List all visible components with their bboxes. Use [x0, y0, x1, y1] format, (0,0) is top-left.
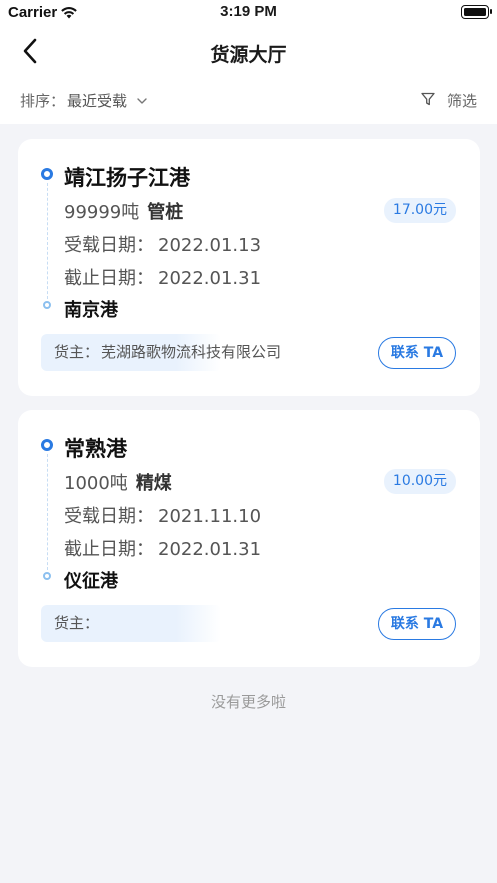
- page-title: 货源大厅: [210, 44, 287, 66]
- filter-label: 筛选: [446, 92, 477, 110]
- top-bar: Carrier 3:19 PM 货源大厅 排序： 最近受载 筛选: [0, 0, 497, 124]
- origin-dot: [41, 439, 53, 451]
- sort-label: 排序：: [20, 92, 66, 110]
- contact-button[interactable]: 联系 TA: [378, 608, 456, 640]
- route-line: [46, 183, 48, 299]
- destination-port: 仪征港: [64, 571, 118, 592]
- funnel-icon: [421, 92, 447, 110]
- load-date-row: 受载日期： 2022.01.13: [64, 231, 261, 257]
- price-badge: 10.00元: [383, 469, 456, 494]
- chevron-down-icon: [137, 91, 147, 109]
- tonnage: 1000吨: [64, 473, 128, 494]
- deadline-label: 截止日期：: [64, 268, 154, 289]
- sort-value: 最近受载: [67, 92, 128, 110]
- contact-button[interactable]: 联系 TA: [378, 337, 456, 369]
- load-date-label: 受载日期：: [64, 506, 154, 527]
- owner-label: 货主：: [54, 614, 100, 632]
- owner-info: 货主：: [41, 605, 221, 642]
- cargo-type: 管桩: [147, 202, 184, 223]
- cargo-info: 99999吨 管桩: [64, 198, 183, 224]
- cargo-card[interactable]: 靖江扬子江港 99999吨 管桩 17.00元 受载日期： 2022.01.13 截…: [18, 139, 480, 396]
- destination-dot: [43, 572, 51, 580]
- filter-bar: 排序： 最近受载 筛选: [0, 78, 497, 122]
- origin-port: 靖江扬子江港: [64, 166, 190, 190]
- load-date-label: 受载日期：: [64, 235, 154, 256]
- owner-label: 货主：: [54, 343, 100, 361]
- load-date: 2022.01.13: [158, 235, 262, 256]
- origin-port: 常熟港: [64, 437, 127, 461]
- deadline-row: 截止日期： 2022.01.31: [64, 264, 261, 290]
- destination-port: 南京港: [64, 300, 118, 321]
- status-bar: Carrier 3:19 PM: [0, 0, 497, 26]
- load-date: 2021.11.10: [158, 506, 262, 527]
- deadline: 2022.01.31: [158, 539, 262, 560]
- tonnage: 99999吨: [64, 202, 140, 223]
- cargo-card[interactable]: 常熟港 1000吨 精煤 10.00元 受载日期： 2021.11.10 截止日期：…: [18, 410, 480, 667]
- battery-icon: [461, 5, 492, 19]
- deadline-row: 截止日期： 2022.01.31: [64, 535, 261, 561]
- owner-name: 芜湖路歌物流科技有限公司: [101, 343, 282, 361]
- sort-dropdown[interactable]: 排序： 最近受载: [20, 90, 147, 111]
- deadline-label: 截止日期：: [64, 539, 154, 560]
- route-line: [46, 454, 48, 570]
- origin-dot: [41, 168, 53, 180]
- load-date-row: 受载日期： 2021.11.10: [64, 502, 261, 528]
- nav-bar: 货源大厅: [0, 26, 497, 76]
- filter-button[interactable]: 筛选: [421, 90, 477, 111]
- cargo-info: 1000吨 精煤: [64, 469, 172, 495]
- price-badge: 17.00元: [383, 198, 456, 223]
- cargo-type: 精煤: [135, 473, 172, 494]
- owner-info: 货主： 芜湖路歌物流科技有限公司: [41, 334, 281, 371]
- status-time: 3:19 PM: [220, 3, 277, 20]
- deadline: 2022.01.31: [158, 268, 262, 289]
- destination-dot: [43, 301, 51, 309]
- list-end-text: 没有更多啦: [210, 693, 286, 711]
